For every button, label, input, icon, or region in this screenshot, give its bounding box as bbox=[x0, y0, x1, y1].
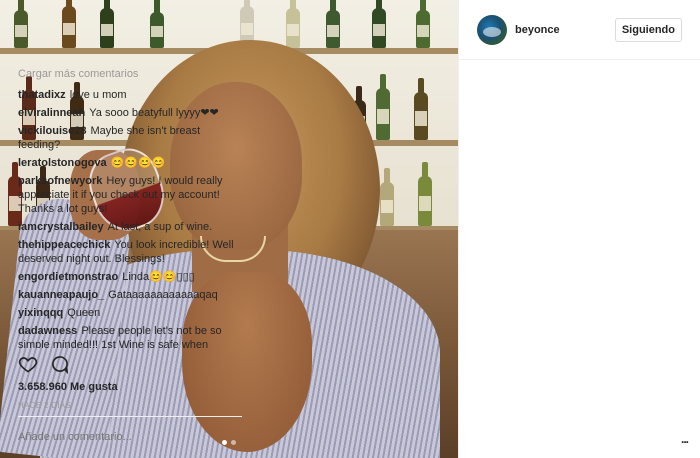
bottle bbox=[416, 0, 430, 48]
comment-text: 😊😊😊😊 bbox=[110, 157, 166, 169]
comment-username-link[interactable]: parksofnewyork bbox=[18, 175, 102, 187]
comment-username-link[interactable]: thehippeacechick bbox=[18, 239, 110, 251]
comment-text: love u mom bbox=[69, 89, 127, 101]
comment-item: thatadixz love u mom bbox=[18, 88, 238, 102]
comments-list[interactable]: Cargar más comentarios thatadixz love u m… bbox=[18, 68, 238, 348]
comment-username-link[interactable]: kauanneараujo_ bbox=[18, 289, 104, 301]
carousel-indicator bbox=[222, 440, 236, 445]
bottle bbox=[418, 162, 432, 226]
comment-item: leratolstonogova 😊😊😊😊 bbox=[18, 156, 238, 170]
comment-item: parksofnewyork Hey guys! I would really a… bbox=[18, 174, 238, 216]
divider bbox=[18, 416, 242, 417]
bottle bbox=[62, 0, 76, 48]
post-header: beyonce Siguiendo bbox=[459, 0, 700, 60]
comment-item: engordietmonstrao Linda😊😊▯▯▯ bbox=[18, 270, 238, 284]
comment-username-link[interactable]: thatadixz bbox=[18, 89, 66, 101]
bottle bbox=[286, 0, 300, 48]
comment-item: yixinqqq Queen bbox=[18, 306, 238, 320]
comment-username-link[interactable]: elviralinneah bbox=[18, 107, 85, 119]
comment-text: Gataaaaaaaaaaaaqaq bbox=[108, 289, 218, 301]
carousel-dot[interactable] bbox=[231, 440, 236, 445]
bottle bbox=[372, 0, 386, 48]
comment-username-link[interactable]: yixinqqq bbox=[18, 307, 63, 319]
avatar[interactable] bbox=[477, 14, 507, 45]
post-timestamp[interactable]: HACE 2 DÍAS bbox=[18, 401, 71, 410]
comment-item: iamcrystalbailey At last; a sup of wine. bbox=[18, 220, 238, 234]
comment-username-link[interactable]: iamcrystalbailey bbox=[18, 221, 104, 233]
bottle bbox=[14, 0, 28, 48]
comment-username-link[interactable]: leratolstonogova bbox=[18, 157, 107, 169]
speech-bubble-outline-icon[interactable] bbox=[50, 354, 70, 379]
username-link[interactable]: beyonce bbox=[515, 24, 560, 36]
bottle bbox=[150, 0, 164, 48]
comment-username-link[interactable]: engordietmonstrao bbox=[18, 271, 118, 283]
comment-item: vickilouise28 Maybe she isn't breast feed… bbox=[18, 124, 238, 152]
comment-item: elviralinneah Ya sooo beatyfull lyyyy❤❤ bbox=[18, 106, 238, 120]
bottle bbox=[326, 0, 340, 48]
post-actions bbox=[18, 354, 70, 379]
post-sidebar: beyonce Siguiendo bbox=[458, 0, 700, 458]
heart-outline-icon[interactable] bbox=[18, 354, 38, 379]
comment-username-link[interactable]: vickilouise28 bbox=[18, 125, 87, 137]
add-comment-input[interactable] bbox=[18, 431, 218, 443]
comment-item: dadawness Please people let's not be so s… bbox=[18, 324, 238, 348]
comment-item: thehippeacechick You look incredible! Wel… bbox=[18, 238, 238, 266]
bottle bbox=[380, 168, 394, 226]
comment-text: Queen bbox=[67, 307, 101, 319]
following-button[interactable]: Siguiendo bbox=[614, 17, 682, 42]
bottle bbox=[376, 74, 390, 140]
comment-text: Linda😊😊▯▯▯ bbox=[122, 271, 195, 283]
carousel-dot-active[interactable] bbox=[222, 440, 227, 445]
comment-item: kauanneараujo_ Gataaaaaaaaaaaaqaq bbox=[18, 288, 238, 302]
load-more-comments-link[interactable]: Cargar más comentarios bbox=[18, 68, 238, 80]
comment-text: At last; a sup of wine. bbox=[107, 221, 213, 233]
bottle bbox=[414, 78, 428, 140]
bottle bbox=[100, 0, 114, 48]
comment-username-link[interactable]: dadawness bbox=[18, 325, 77, 337]
likes-count[interactable]: 3.658.960 Me gusta bbox=[18, 381, 118, 393]
comment-text: Ya sooo beatyfull lyyyy❤❤ bbox=[89, 107, 219, 119]
more-options-icon[interactable]: ... bbox=[681, 432, 689, 446]
